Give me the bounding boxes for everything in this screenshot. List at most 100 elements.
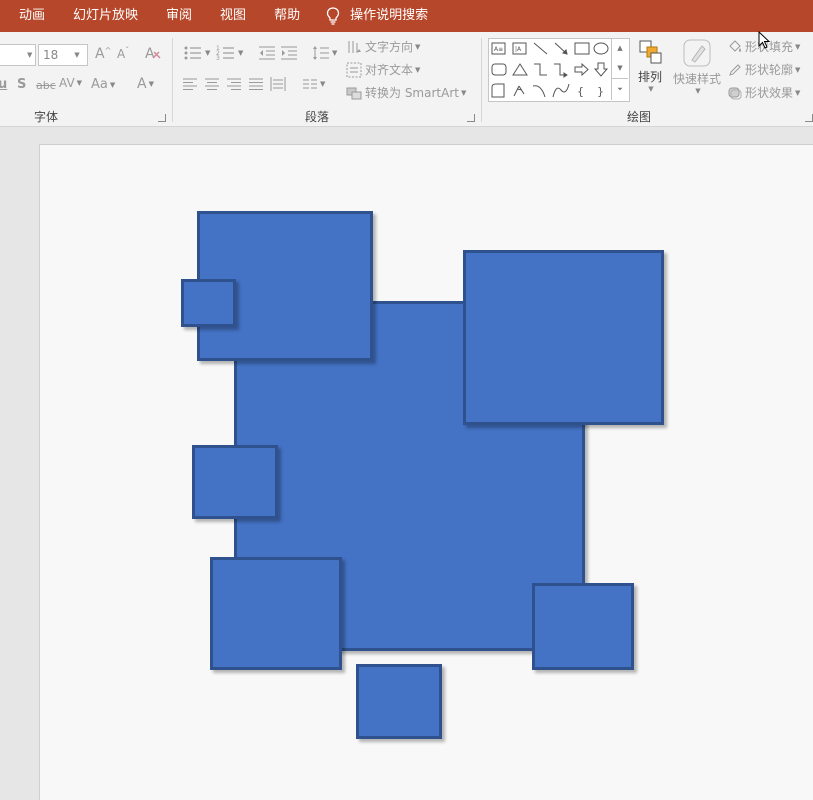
justify-button[interactable] [248,76,264,92]
chevron-down-icon: ▼ [795,88,801,97]
rectangle-shape[interactable] [181,279,236,327]
smartart-icon [346,87,362,99]
quick-styles-icon [683,39,711,67]
justify-icon [249,78,263,90]
quick-styles-button[interactable]: 快速样式 ▼ [672,38,722,95]
chevron-down-icon: ▼ [695,87,701,95]
svg-text:|A: |A [515,46,522,53]
mouse-cursor-icon [758,31,771,49]
lightbulb-icon [326,7,340,25]
distributed-icon [270,77,286,91]
shapes-gallery[interactable]: A≡ |A {} [488,38,630,102]
align-right-button[interactable] [226,76,242,92]
ribbon: ▼ 18 ▼ A ^ Aˇ A u S abc AV ▼ Aa ▼ A ▼ 字体… [0,32,813,127]
chevron-down-icon: ▼ [415,65,421,74]
text-direction-icon [348,40,361,53]
chevron-down-icon: ▼ [415,42,421,51]
paragraph-group-label: 段落 [305,110,330,124]
align-right-icon [227,78,241,90]
slide-canvas[interactable] [39,144,813,800]
rectangle-shape[interactable] [463,250,664,425]
columns-icon [303,79,317,89]
shrink-font-icon: A [117,47,126,61]
gallery-up-icon[interactable]: ▲ [612,38,628,58]
underline-button[interactable]: u [0,77,7,92]
chevron-down-icon: ▼ [460,88,467,97]
gallery-more-icon[interactable]: ⏷ [612,78,628,99]
align-left-button[interactable] [182,76,198,92]
rectangle-shape[interactable] [532,583,634,670]
arrange-button[interactable]: 排列 ▼ [632,38,668,93]
align-center-button[interactable] [204,76,220,92]
char-spacing-icon: AV [59,76,75,90]
change-case-button[interactable]: Aa ▼ [91,77,115,92]
increase-indent-button[interactable] [280,44,298,62]
columns-button[interactable]: ▼ [302,76,325,92]
font-size-value: 18 [43,48,59,62]
shrink-font-button[interactable]: Aˇ [117,46,129,62]
chevron-down-icon: ▼ [27,51,33,59]
increase-indent-icon [281,46,297,60]
align-left-icon [183,78,197,90]
gallery-down-icon[interactable]: ▼ [612,58,628,78]
chevron-down-icon: ▼ [648,85,654,93]
font-name-box[interactable]: ▼ [0,44,36,66]
pencil-icon [729,63,741,76]
quick-styles-label: 快速样式 [672,72,721,86]
numbering-button[interactable]: 1 2 3 ▼ [216,44,243,62]
shapes-gallery-scroll[interactable]: ▲ ▼ ⏷ [611,38,628,100]
font-size-box[interactable]: 18 ▼ [38,44,88,66]
svg-text:3: 3 [216,55,220,62]
tell-me-search[interactable]: 操作说明搜索 [314,0,442,32]
decrease-indent-button[interactable] [258,44,276,62]
group-separator [172,38,173,122]
svg-text:A≡: A≡ [494,46,503,53]
rectangle-shape[interactable] [356,664,442,739]
align-text-icon [346,62,362,77]
font-color-button[interactable]: A ▼ [137,76,154,92]
convert-smartart-label: 转换为 SmartArt [365,86,459,100]
bullets-button[interactable]: ▼ [183,44,210,62]
chevron-down-icon: ▼ [795,65,801,74]
font-dialog-launcher[interactable] [158,114,166,122]
arrange-label: 排列 [637,70,662,84]
text-direction-button[interactable]: 文字方向 ▼ [346,38,420,55]
menu-slideshow[interactable]: 幻灯片放映 [59,0,152,32]
change-case-icon: Aa [91,77,108,92]
chevron-down-icon: ▼ [795,42,801,51]
shape-effects-button[interactable]: 形状效果 ▼ [727,84,800,101]
chevron-down-icon: ▼ [148,80,154,88]
shape-outline-button[interactable]: 形状轮廓 ▼ [727,61,800,78]
text-shadow-button[interactable]: S [17,77,26,92]
shape-effects-label: 形状效果 [745,86,794,100]
convert-smartart-button[interactable]: 转换为 SmartArt ▼ [346,84,466,101]
rectangle-shape[interactable] [192,445,278,519]
menu-review[interactable]: 审阅 [152,0,206,32]
paint-bucket-icon [729,39,741,52]
menu-view[interactable]: 视图 [206,0,260,32]
paragraph-dialog-launcher[interactable] [467,114,475,122]
line-spacing-icon [313,46,329,60]
clear-formatting-button[interactable]: A [144,44,162,62]
drawing-dialog-launcher[interactable] [805,114,813,122]
text-direction-label: 文字方向 [365,40,414,54]
chevron-down-icon: ▼ [332,49,338,57]
shapes-gallery-icons: A≡ |A {} [491,42,609,98]
arrange-icon [639,40,662,64]
text-shadow-icon: S [17,77,27,92]
chevron-down-icon: ▼ [320,80,326,88]
strikethrough-button[interactable]: abc [36,79,56,92]
chevron-down-icon: ▼ [76,79,83,87]
distributed-button[interactable] [270,76,286,92]
menu-animations[interactable]: 动画 [0,0,59,32]
bullets-icon [184,46,201,60]
align-text-button[interactable]: 对齐文本 ▼ [346,61,420,78]
shape-effects-icon [728,87,742,99]
rectangle-shape[interactable] [210,557,342,670]
grow-font-button[interactable]: A ^ [95,46,111,63]
numbering-icon: 1 2 3 [216,45,234,62]
line-spacing-button[interactable]: ▼ [312,44,337,62]
char-spacing-button[interactable]: AV ▼ [59,76,82,90]
tell-me-label: 操作说明搜索 [350,8,429,23]
menu-help[interactable]: 帮助 [260,0,314,32]
